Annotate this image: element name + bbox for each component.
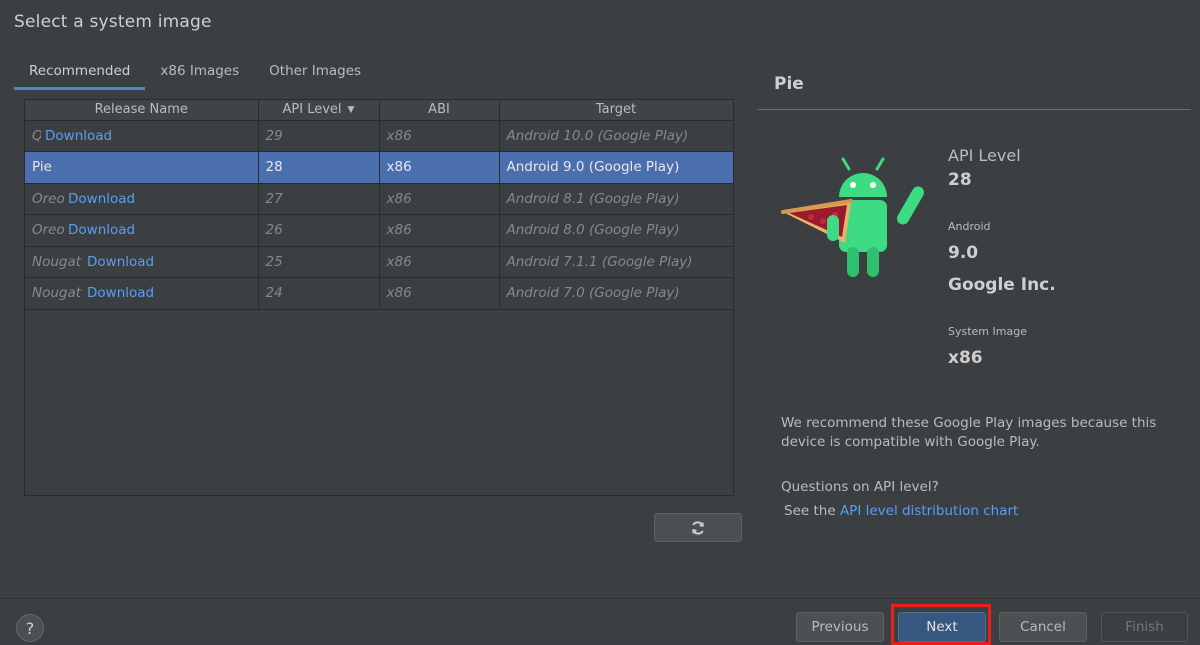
- api-level-cell: 27: [258, 183, 380, 215]
- see-chart-line: See the API level distribution chart: [784, 503, 1018, 519]
- target-cell: Android 7.1.1 (Google Play): [499, 246, 734, 278]
- divider: [757, 109, 1191, 110]
- android-version: 9.0: [948, 243, 979, 263]
- release-name: Oreo: [32, 222, 64, 239]
- help-icon: ?: [25, 618, 35, 638]
- table-row[interactable]: Oreo Download 27 x86 Android 8.1 (Google …: [25, 183, 734, 215]
- column-header-release-name[interactable]: Release Name: [25, 100, 259, 121]
- abi-cell: x86: [379, 151, 500, 184]
- page-title: Select a system image: [14, 12, 212, 32]
- release-name: Oreo: [32, 190, 64, 207]
- image-tabs: Recommended x86 Images Other Images: [14, 60, 376, 90]
- column-header-abi[interactable]: ABI: [379, 100, 500, 121]
- system-image-table: Release Name API Level▼ ABI Target QDown…: [24, 99, 734, 496]
- api-distribution-chart-link[interactable]: API level distribution chart: [840, 503, 1018, 519]
- next-button[interactable]: Next: [898, 612, 986, 642]
- abi-cell: x86: [379, 183, 500, 215]
- column-header-api-level[interactable]: API Level ▼: [258, 100, 380, 121]
- api-level-cell: 25: [258, 246, 380, 278]
- table-row[interactable]: Nougat Download 24 x86 Android 7.0 (Googl…: [25, 277, 734, 310]
- tab-x86-images[interactable]: x86 Images: [145, 60, 254, 90]
- api-question-text: Questions on API level?: [781, 479, 939, 495]
- download-link[interactable]: Download: [87, 285, 154, 301]
- release-name: Nougat: [32, 285, 82, 302]
- android-label: Android: [948, 220, 991, 233]
- api-level-cell: 28: [258, 151, 380, 184]
- system-image-value: x86: [948, 348, 983, 368]
- tab-other-images[interactable]: Other Images: [254, 60, 376, 90]
- abi-cell: x86: [379, 277, 500, 310]
- help-button[interactable]: ?: [16, 614, 44, 642]
- image-detail-panel: Pie API Level 28 Android 9.0 Google Inc.…: [757, 0, 1200, 600]
- cancel-button[interactable]: Cancel: [999, 612, 1087, 642]
- tab-recommended[interactable]: Recommended: [14, 60, 146, 90]
- api-level-cell: 26: [258, 214, 380, 247]
- release-name: Q: [32, 128, 41, 144]
- footer-divider: [0, 598, 1200, 599]
- column-header-api-level-label: API Level: [282, 102, 342, 118]
- refresh-button[interactable]: [654, 513, 742, 542]
- target-cell: Android 10.0 (Google Play): [499, 120, 734, 152]
- target-cell: Android 9.0 (Google Play): [499, 151, 734, 184]
- download-link[interactable]: Download: [68, 191, 135, 207]
- target-cell: Android 8.0 (Google Play): [499, 214, 734, 247]
- column-header-target[interactable]: Target: [499, 100, 734, 121]
- download-link[interactable]: Download: [45, 128, 112, 144]
- recommendation-text: We recommend these Google Play images be…: [781, 415, 1157, 450]
- api-level-value: 28: [948, 170, 972, 190]
- sort-descending-icon: ▼: [347, 105, 355, 116]
- release-name: Pie: [32, 159, 52, 176]
- target-cell: Android 8.1 (Google Play): [499, 183, 734, 215]
- detail-title: Pie: [774, 74, 804, 94]
- abi-cell: x86: [379, 246, 500, 278]
- android-pie-mascot-icon: [781, 157, 924, 277]
- vendor-name: Google Inc.: [948, 275, 1056, 295]
- api-level-cell: 29: [258, 120, 380, 152]
- api-level-label: API Level: [948, 146, 1021, 165]
- table-row[interactable]: QDownload 29 x86 Android 10.0 (Google Pl…: [25, 120, 734, 152]
- download-link[interactable]: Download: [68, 222, 135, 238]
- target-cell: Android 7.0 (Google Play): [499, 277, 734, 310]
- table-row[interactable]: Oreo Download 26 x86 Android 8.0 (Google …: [25, 214, 734, 247]
- finish-button[interactable]: Finish: [1101, 612, 1188, 642]
- table-row-selected[interactable]: Pie 28 x86 Android 9.0 (Google Play): [25, 151, 734, 184]
- abi-cell: x86: [379, 214, 500, 247]
- refresh-icon: [692, 520, 704, 535]
- api-level-cell: 24: [258, 277, 380, 310]
- release-name: Nougat: [32, 253, 82, 270]
- abi-cell: x86: [379, 120, 500, 152]
- table-row[interactable]: Nougat Download 25 x86 Android 7.1.1 (Goo…: [25, 246, 734, 278]
- system-image-label: System Image: [948, 325, 1027, 338]
- see-prefix: See the: [784, 503, 836, 519]
- download-link[interactable]: Download: [87, 254, 154, 270]
- previous-button[interactable]: Previous: [796, 612, 884, 642]
